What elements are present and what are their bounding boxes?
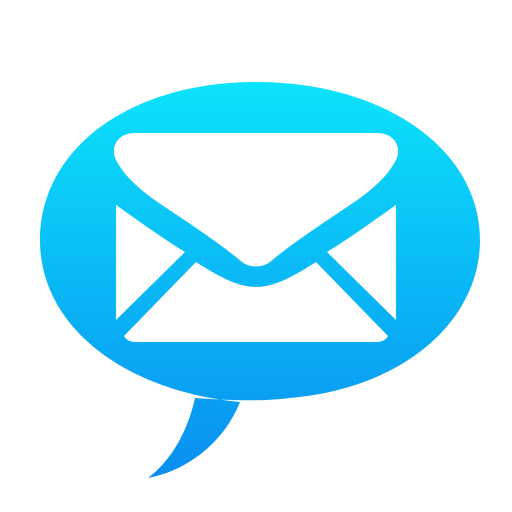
mail-chat-bubble-icon: [40, 82, 480, 478]
envelope-icon: [113, 133, 399, 342]
app-icon: [0, 0, 512, 512]
